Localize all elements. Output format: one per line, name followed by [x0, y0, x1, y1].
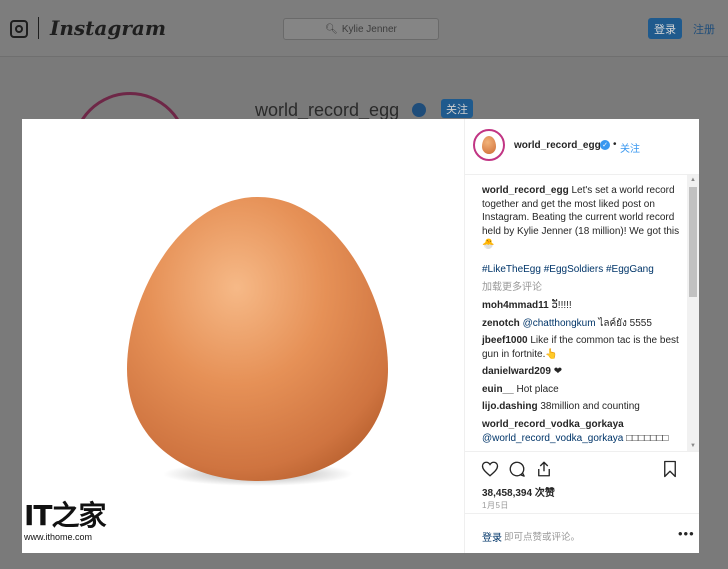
- post-caption: world_record_egg Let's set a world recor…: [482, 184, 682, 252]
- post-follow-button[interactable]: 关注: [620, 140, 640, 155]
- heart-icon[interactable]: [481, 460, 499, 478]
- comment-username[interactable]: danielward209: [482, 366, 551, 377]
- instagram-camera-icon[interactable]: [10, 20, 28, 38]
- comment-username[interactable]: lijo.dashing: [482, 401, 538, 412]
- post-actions: 38,458,394 次赞 1月5日: [465, 451, 699, 514]
- scrollbar-thumb[interactable]: [689, 187, 697, 297]
- comment-username[interactable]: euin__: [482, 384, 514, 395]
- comment-icon[interactable]: [508, 460, 526, 478]
- post-author-username[interactable]: world_record_egg: [514, 140, 601, 151]
- scroll-up-arrow-icon[interactable]: ▲: [690, 177, 696, 183]
- profile-username: world_record_egg: [255, 100, 400, 120]
- comment-item: zenotch @chatthongkum ไลค์ยัง 5555: [482, 317, 682, 331]
- scroll-down-arrow-icon[interactable]: ▼: [690, 443, 696, 449]
- verified-badge-icon: [412, 103, 426, 117]
- like-count[interactable]: 38,458,394 次赞: [482, 484, 555, 499]
- comment-username[interactable]: world_record_vodka_gorkaya: [482, 419, 624, 430]
- comment-item: danielward209 ❤: [482, 365, 682, 379]
- comment-item: lijo.dashing 38million and counting: [482, 400, 682, 414]
- logo-divider: [38, 17, 39, 39]
- comment-text: □□□□□□□: [626, 432, 669, 444]
- profile-follow-button[interactable]: 关注: [441, 99, 473, 118]
- comment-username[interactable]: moh4mmad11: [482, 300, 549, 311]
- comment-text: ไลค์ยัง 5555: [598, 318, 652, 329]
- search-icon: 🔍︎: [325, 23, 338, 35]
- search-input[interactable]: 🔍︎ Kylie Jenner: [283, 18, 439, 40]
- comment-text: ❤: [553, 366, 563, 377]
- search-placeholder: Kylie Jenner: [341, 23, 397, 35]
- post-modal: IT之家 www.ithome.com world_record_egg ✓ •…: [22, 119, 699, 553]
- caption-hashtags[interactable]: #LikeTheEgg #EggSoldiers #EggGang: [482, 263, 682, 277]
- comment-username[interactable]: zenotch: [482, 318, 520, 329]
- egg-avatar-icon: [482, 136, 496, 154]
- post-sidebar: world_record_egg ✓ • 关注 world_record_egg…: [464, 119, 699, 553]
- more-options-icon[interactable]: •••: [678, 526, 695, 541]
- post-header: world_record_egg ✓ • 关注: [465, 119, 699, 175]
- login-prompt-text: 即可点赞或评论。: [504, 532, 581, 543]
- comment-username[interactable]: jbeef1000: [482, 335, 528, 346]
- bookmark-icon[interactable]: [661, 460, 679, 478]
- share-icon[interactable]: [535, 460, 553, 478]
- post-date[interactable]: 1月5日: [482, 500, 509, 511]
- comment-mention[interactable]: @chatthongkum: [523, 318, 596, 329]
- post-author-avatar[interactable]: [473, 129, 505, 161]
- login-to-comment-link[interactable]: 登录: [482, 529, 502, 544]
- comment-item: jbeef1000 Like if the common tac is the …: [482, 334, 682, 361]
- comment-text: 38million and counting: [540, 401, 640, 412]
- post-photo[interactable]: IT之家 www.ithome.com: [22, 119, 464, 553]
- comment-mention[interactable]: @world_record_vodka_gorkaya: [482, 433, 623, 444]
- login-button[interactable]: 登录: [648, 18, 682, 39]
- add-comment-section: 登录 即可点赞或评论。 •••: [465, 513, 699, 554]
- watermark-logo: IT之家: [24, 499, 107, 532]
- load-more-comments-button[interactable]: 加载更多评论: [482, 281, 682, 295]
- comments-list[interactable]: world_record_egg Let's set a world recor…: [465, 175, 699, 451]
- verified-badge-icon: ✓: [600, 140, 610, 150]
- register-link[interactable]: 注册: [693, 21, 715, 37]
- top-navbar: Instagram 🔍︎ Kylie Jenner 登录 注册: [0, 0, 728, 57]
- watermark-url: www.ithome.com: [24, 532, 93, 542]
- egg-image: [127, 197, 388, 486]
- comment-text: Hot place: [516, 384, 559, 395]
- comments-scrollbar[interactable]: ▲ ▼: [687, 175, 699, 451]
- comment-item: world_record_vodka_gorkaya @world_record…: [482, 418, 682, 445]
- separator-dot: •: [613, 139, 617, 150]
- caption-username[interactable]: world_record_egg: [482, 185, 569, 196]
- ithome-watermark: IT之家 www.ithome.com: [24, 499, 107, 543]
- instagram-wordmark[interactable]: Instagram: [50, 16, 166, 40]
- comment-item: euin__ Hot place: [482, 383, 682, 397]
- comment-item: moh4mmad11 ວ່ັ!!!!!: [482, 299, 682, 313]
- comment-text: ວ່ັ!!!!!: [551, 300, 572, 311]
